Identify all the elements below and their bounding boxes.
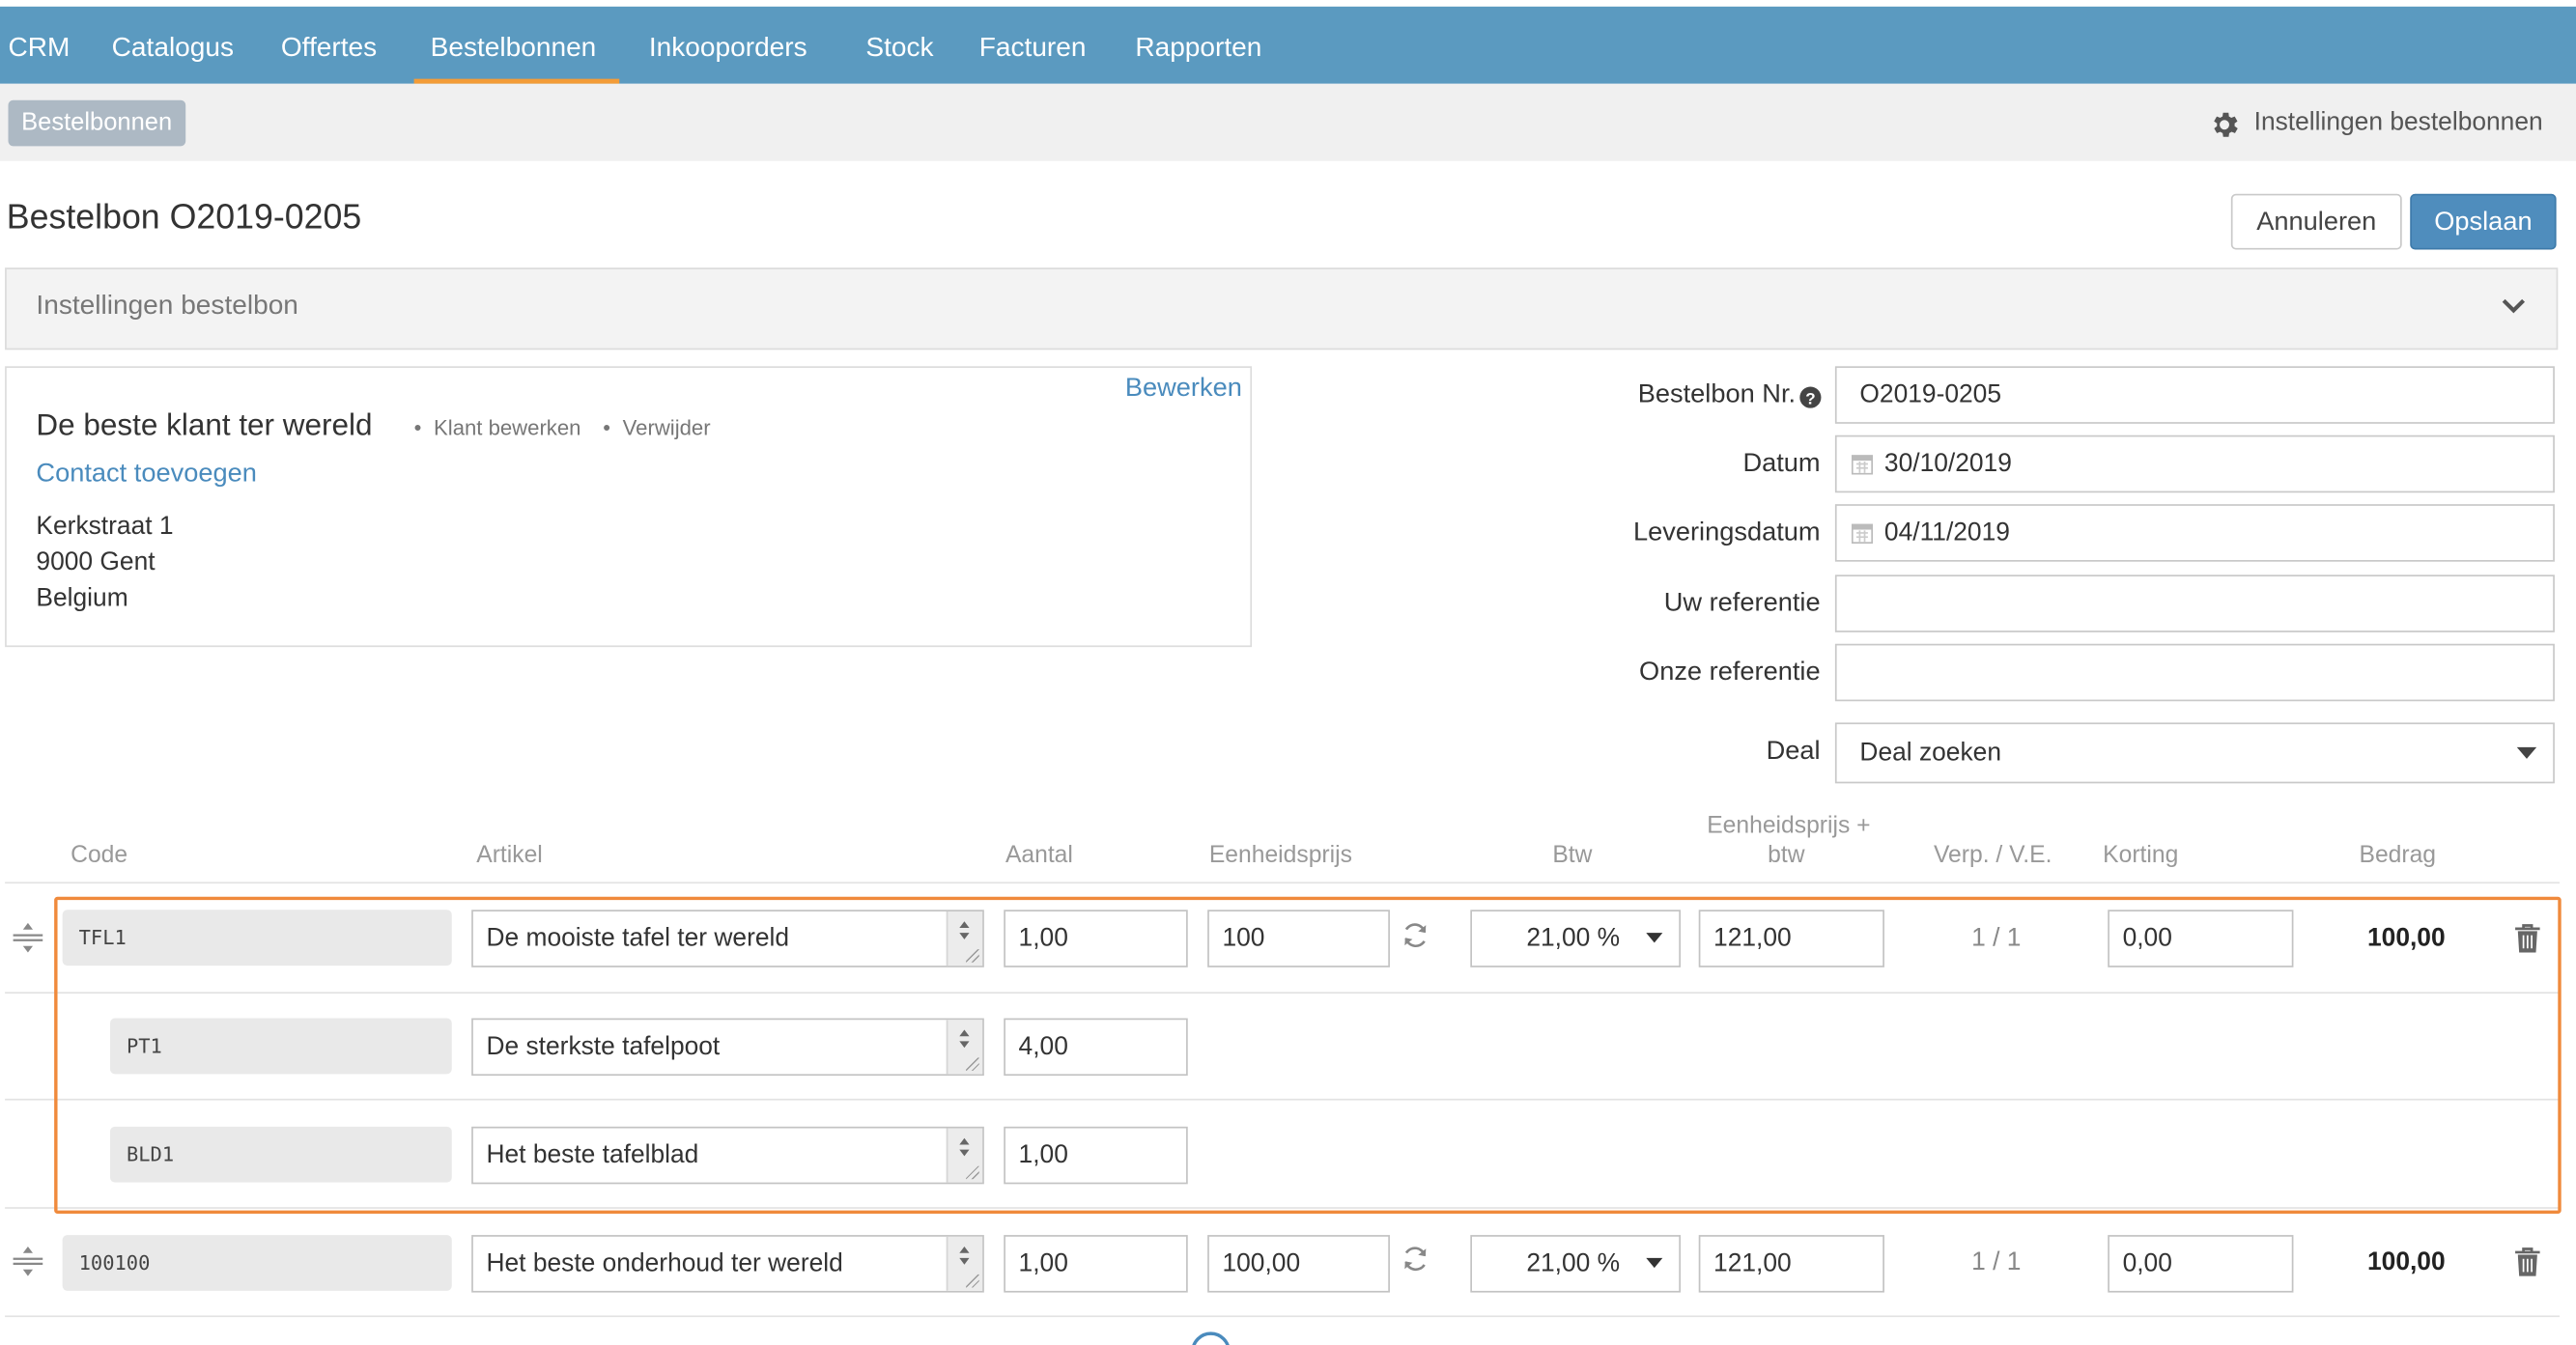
packaging-value: 1 / 1 [1971,1247,2022,1276]
top-navigation: CRM Catalogus Offertes Bestelbonnen Inko… [0,6,2576,84]
column-header-article: Artikel [476,842,543,869]
nav-item-offertes[interactable]: Offertes [281,7,377,84]
edit-client-link[interactable]: Klant bewerken [434,415,580,440]
article-value: Het beste onderhoud ter wereld [486,1249,843,1278]
column-header-discount: Korting [2103,842,2179,869]
nav-item-rapporten[interactable]: Rapporten [1135,7,1261,84]
add-contact-link[interactable]: Contact toevoegen [36,460,256,490]
client-card: Bewerken De beste klant ter wereld • Kla… [5,366,1253,648]
page: CRM Catalogus Offertes Bestelbonnen Inko… [0,0,2576,1345]
separator-dot: • [413,415,422,440]
svg-text:?: ? [1805,389,1815,407]
date-value: 30/10/2019 [1883,450,2012,478]
table-divider [5,1315,2561,1318]
unit-price-vat-field[interactable]: 121,00 [1698,1235,1884,1293]
client-address-country: Belgium [36,584,128,613]
date-label: Datum [1742,450,1821,478]
order-settings-label: Instellingen bestelbonnen [2253,108,2543,137]
order-settings-panel-title: Instellingen bestelbon [36,291,298,321]
vat-select[interactable]: 21,00 % [1470,1235,1682,1293]
deal-placeholder: Deal zoeken [1859,739,2001,768]
chevron-down-icon [1646,1257,1663,1269]
separator-dot: • [603,415,610,440]
add-line-icon[interactable] [1189,1331,1231,1345]
drag-handle-icon[interactable] [12,921,44,954]
cancel-button[interactable]: Annuleren [2230,193,2402,250]
deal-select[interactable]: Deal zoeken [1834,722,2555,784]
calendar-icon [1851,455,1874,475]
column-header-unit-price-vat-line2: btw [1768,842,1805,869]
nav-item-catalogus[interactable]: Catalogus [112,7,234,84]
article-stepper[interactable] [946,1236,983,1291]
delivery-date-label: Leveringsdatum [1632,518,1821,547]
nav-item-bestelbonnen[interactable]: Bestelbonnen [431,7,597,84]
column-header-code: Code [71,842,128,869]
calendar-icon [1851,523,1874,544]
discount-field[interactable]: 0,00 [2108,1235,2294,1293]
deal-label: Deal [1766,737,1821,766]
delivery-date-field[interactable]: 04/11/2019 [1834,504,2555,562]
column-header-unit-price-vat-line1: Eenheidsprijs + [1707,812,1871,840]
nav-item-inkooporders[interactable]: Inkooporders [649,7,807,84]
unit-price-field[interactable]: 100,00 [1207,1235,1390,1293]
column-header-amount: Bedrag [2359,842,2437,869]
edit-client-card-link[interactable]: Bewerken [1125,375,1242,405]
delivery-date-value: 04/11/2019 [1883,518,2010,547]
chevron-down-icon[interactable] [2501,295,2527,315]
our-reference-label: Onze referentie [1639,658,1821,687]
table-divider [5,882,2561,884]
save-button[interactable]: Opslaan [2410,193,2557,250]
article-field[interactable]: Het beste onderhoud ter wereld [471,1235,984,1293]
column-header-unit-price: Eenheidsprijs [1208,842,1352,869]
order-number-label: Bestelbon Nr. [1637,380,1797,409]
gear-icon [2214,112,2238,137]
order-number-value: O2019-0205 [1859,380,2002,409]
vat-value: 21,00 % [1526,1249,1621,1278]
column-header-quantity: Aantal [1005,842,1073,869]
your-reference-label: Uw referentie [1663,589,1821,618]
client-address-street: Kerkstraat 1 [36,512,174,541]
nav-item-stock[interactable]: Stock [865,7,933,84]
client-address-city: 9000 Gent [36,548,156,577]
chevron-down-icon [2516,746,2537,759]
trash-icon[interactable] [2513,1247,2541,1277]
client-name: De beste klant ter wereld [36,406,373,442]
refresh-icon[interactable] [1400,1244,1430,1275]
composite-item-highlight [54,896,2562,1214]
page-title: Bestelbon O2019-0205 [6,198,362,237]
column-header-packaging: Verp. / V.E. [1933,842,2052,869]
nav-item-facturen[interactable]: Facturen [979,7,1087,84]
order-number-field[interactable]: O2019-0205 [1834,366,2555,424]
item-code[interactable]: 100100 [62,1235,452,1291]
drag-handle-icon[interactable] [12,1245,44,1277]
your-reference-field[interactable] [1834,574,2555,632]
quantity-field[interactable]: 1,00 [1004,1235,1188,1293]
remove-client-link[interactable]: Verwijder [623,415,711,440]
breadcrumb-bestelbonnen[interactable]: Bestelbonnen [8,99,185,147]
order-settings-panel[interactable]: Instellingen bestelbon [5,267,2559,350]
column-header-vat: Btw [1552,842,1593,869]
sub-bar [0,83,2576,161]
line-amount: 100,00 [2366,1247,2446,1276]
date-field[interactable]: 30/10/2019 [1834,434,2555,493]
our-reference-field[interactable] [1834,643,2555,702]
help-icon[interactable]: ? [1798,386,1822,409]
nav-item-crm[interactable]: CRM [9,7,71,84]
